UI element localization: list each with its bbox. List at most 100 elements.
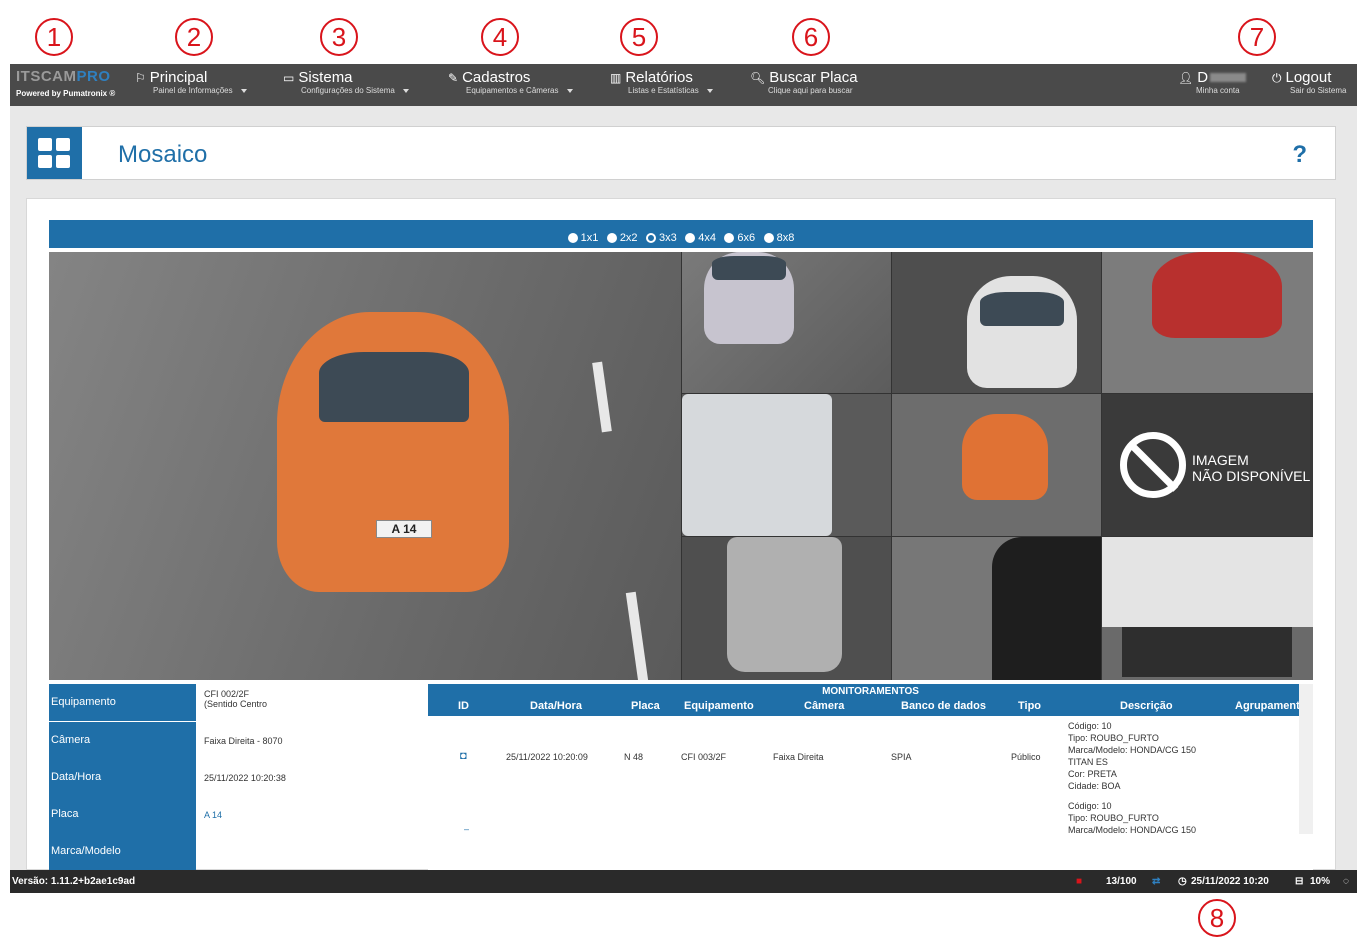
camera-thumbnail[interactable] (1102, 252, 1313, 393)
desc-line: Código: 10 (1068, 721, 1112, 731)
workspace: Mosaico ? 1x1 2x2 3x3 4x4 6x6 8x8 A 14 I… (10, 106, 1357, 871)
camera-count: 13/100 (1106, 876, 1137, 887)
detail-label-equipamento: Equipamento (49, 684, 196, 721)
nav-sistema-label: Sistema (298, 69, 353, 86)
grid-size-selector: 1x1 2x2 3x3 4x4 6x6 8x8 (49, 220, 1313, 248)
chevron-down-icon (240, 88, 247, 93)
desc-line: Cidade: BOA (1068, 781, 1121, 791)
column-equipamento: Equipamento (684, 700, 754, 712)
camera-thumbnail[interactable] (892, 537, 1101, 680)
detail-value-equipamento: CFI 002/2F (Sentido Centro (204, 689, 419, 709)
nav-cadastros[interactable]: ✎ Cadastros Equipamentos e Câmeras (448, 69, 573, 101)
clock-value: 25/11/2022 10:20 (1191, 876, 1269, 887)
camera-icon[interactable]: ◘ (460, 750, 467, 762)
equipamento-direction: (Sentido Centro (204, 699, 268, 709)
user-icon: 👤︎ (1178, 71, 1194, 85)
camera-thumbnail[interactable] (682, 537, 891, 680)
bar-chart-icon: ▥ (610, 71, 622, 85)
status-bar: Versão: 1.11.2+b2ae1c9ad ■ 13/100 ⇄ ◷ 25… (10, 870, 1357, 893)
detail-value-camera: Faixa Direita - 8070 (204, 736, 283, 746)
na-line-2: NÃO DISPONÍVEL (1192, 468, 1311, 484)
callout-4: 4 (481, 18, 519, 56)
search-icon: 🔍︎ (750, 71, 766, 85)
nav-sistema[interactable]: ▭ Sistema Configurações do Sistema (283, 69, 409, 101)
sync-icon: ⇄ (1152, 876, 1161, 887)
callout-1: 1 (35, 18, 73, 56)
callout-2: 2 (175, 18, 213, 56)
detail-label-marca: Marca/Modelo (49, 833, 196, 870)
column-id: ID (458, 700, 469, 712)
nav-logout-sub: Sair do Sistema (1290, 86, 1347, 95)
grid-option-label: 2x2 (619, 232, 638, 244)
column-placa: Placa (631, 700, 660, 712)
nav-logout[interactable]: ⏻ Logout Sair do Sistema (1272, 69, 1346, 101)
blurred-username (1210, 73, 1247, 82)
grid-option-8x8[interactable]: 8x8 (763, 232, 795, 244)
disk-usage: 10% (1310, 876, 1331, 887)
camera-mosaic: A 14 IMAGEM NÃO DISPONÍVEL (49, 252, 1313, 680)
column-tipo: Tipo (1018, 700, 1042, 712)
desc-line: Código: 10 (1068, 801, 1112, 811)
row-equipamento: CFI 003/2F (681, 752, 727, 762)
help-icon[interactable]: ? (1292, 141, 1307, 169)
callout-5: 5 (620, 18, 658, 56)
nav-logout-label: Logout (1285, 69, 1332, 86)
row-banco: SPIA (891, 752, 912, 762)
table-scrollbar[interactable] (1299, 684, 1313, 834)
nav-principal-sub: Painel de Informações (153, 86, 233, 95)
camera-thumbnail[interactable] (892, 394, 1101, 536)
desc-line: Tipo: ROUBO_FURTO (1068, 813, 1159, 823)
grid-option-label: 8x8 (776, 232, 795, 244)
main-camera-image[interactable]: A 14 (49, 252, 681, 680)
camera-alert-icon[interactable]: ■ (1076, 876, 1082, 887)
radio-icon (763, 233, 774, 244)
detail-value-placa[interactable]: A 14 (204, 810, 419, 820)
clock-icon: ◷ (1178, 876, 1187, 887)
nav-cadastros-sub: Equipamentos e Câmeras (466, 86, 559, 95)
grid-option-3x3[interactable]: 3x3 (646, 232, 677, 244)
nav-user-account[interactable]: 👤︎ D Minha conta (1178, 69, 1247, 101)
na-line-1: IMAGEM (1192, 452, 1249, 468)
monitoring-title: MONITORAMENTOS (822, 686, 919, 697)
camera-thumbnail[interactable] (892, 252, 1101, 393)
row-datahora: 25/11/2022 10:20:09 (506, 752, 588, 762)
camera-thumbnail[interactable] (682, 394, 891, 536)
chevron-down-icon (566, 88, 573, 93)
power-icon: ⏻ (1272, 71, 1282, 85)
column-datahora: Data/Hora (530, 700, 582, 712)
grid-option-6x6[interactable]: 6x6 (724, 232, 755, 244)
powered-by: Powered by Pumatronix ® (16, 89, 116, 98)
column-camera: Câmera (804, 700, 845, 712)
nav-relatorios-sub: Listas e Estatísticas (628, 86, 699, 95)
camera-thumbnail[interactable] (1102, 537, 1313, 680)
brand-logo[interactable]: ITSCAMPRO Powered by Pumatronix ® (16, 68, 126, 104)
grid-option-2x2[interactable]: 2x2 (606, 232, 638, 244)
nav-principal-label: Principal (149, 69, 208, 86)
callout-6: 6 (792, 18, 830, 56)
nav-user-sub: Minha conta (1196, 86, 1240, 95)
radio-selected-icon (646, 233, 657, 244)
vehicle-details: Equipamento CFI 002/2F (Sentido Centro C… (49, 684, 427, 871)
row-tipo: Público (1011, 752, 1041, 762)
vehicle-plate: A 14 (376, 520, 432, 538)
detail-label-datahora: Data/Hora (49, 759, 196, 796)
nav-relatorios-label: Relatórios (625, 69, 693, 86)
camera-thumbnail[interactable] (682, 252, 891, 393)
grid-option-1x1[interactable]: 1x1 (567, 232, 598, 244)
row-placa: N 48 (624, 752, 644, 762)
desc-line: Marca/Modelo: HONDA/CG 150 (1068, 745, 1197, 755)
callout-3: 3 (320, 18, 358, 56)
row-descricao: Código: 10 Tipo: ROUBO_FURTO Marca/Model… (1068, 720, 1196, 792)
nav-principal[interactable]: ⚐ Principal Painel de Informações (135, 69, 247, 101)
camera-icon[interactable]: – (464, 824, 469, 834)
nav-relatorios[interactable]: ▥ Relatórios Listas e Estatísticas (610, 69, 713, 101)
chat-icon[interactable]: ◌ (1343, 876, 1349, 887)
nav-buscar-placa[interactable]: 🔍︎ Buscar Placa Clique aqui para buscar (750, 69, 858, 101)
brand-name: ITSCAM (16, 68, 77, 85)
grid-option-4x4[interactable]: 4x4 (685, 232, 716, 244)
edit-icon: ✎ (448, 71, 459, 85)
detail-label-placa: Placa (49, 796, 196, 833)
flag-icon: ⚐ (135, 71, 146, 85)
radio-icon (724, 233, 735, 244)
mosaic-panel: 1x1 2x2 3x3 4x4 6x6 8x8 A 14 IMAGEM NÃO … (26, 198, 1336, 871)
